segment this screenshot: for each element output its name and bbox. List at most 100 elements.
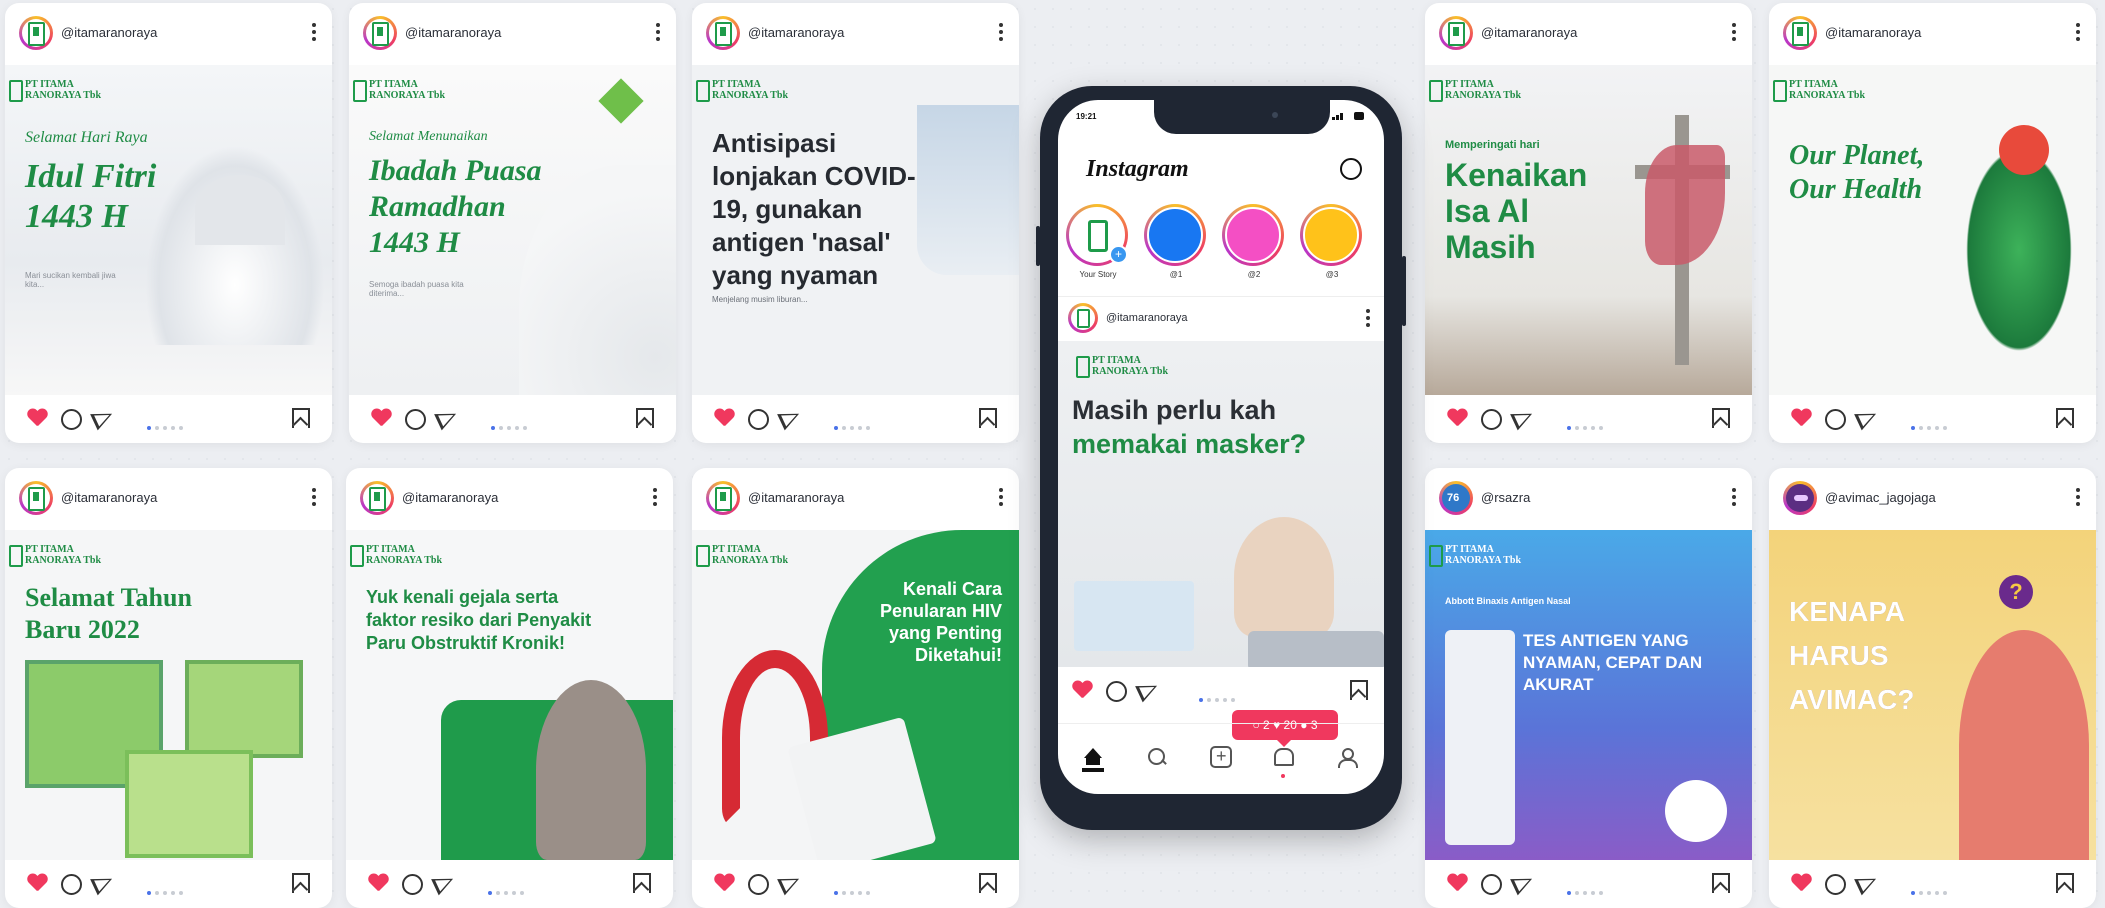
avatar[interactable] [360,481,394,515]
share-icon[interactable] [1510,405,1536,431]
more-options-icon[interactable] [656,23,660,44]
comment-icon[interactable] [1825,874,1846,895]
post-username[interactable]: @itamaranoraya [1106,312,1187,324]
more-options-icon[interactable] [999,488,1003,509]
share-icon[interactable] [90,405,116,431]
comment-icon[interactable] [61,409,82,430]
comment-icon[interactable] [748,409,769,430]
profile-icon[interactable] [1336,746,1358,768]
story-item[interactable]: @1 [1144,204,1208,279]
bookmark-icon[interactable] [636,408,654,428]
post-username[interactable]: @itamaranoraya [61,490,157,505]
post-username[interactable]: @itamaranoraya [748,490,844,505]
post-username[interactable]: @rsazra [1481,490,1530,505]
avatar[interactable] [19,481,53,515]
more-options-icon[interactable] [1366,309,1370,330]
more-options-icon[interactable] [312,488,316,509]
bookmark-icon[interactable] [979,873,997,893]
avatar[interactable] [1439,16,1473,50]
comment-icon[interactable] [748,874,769,895]
post-username[interactable]: @itamaranoraya [748,25,844,40]
post-image[interactable]: PT ITAMA RANORAYA Tbk Yuk kenali gejala … [346,530,673,860]
post-username[interactable]: @itamaranoraya [405,25,501,40]
activity-heart-icon[interactable] [1272,746,1294,778]
like-icon[interactable] [368,874,388,892]
story-item[interactable]: @3 [1300,204,1364,279]
bookmark-icon[interactable] [292,873,310,893]
post-image[interactable]: PT ITAMA RANORAYA Tbk Our Planet, Our He… [1769,65,2096,395]
more-options-icon[interactable] [312,23,316,44]
post-image[interactable]: PT ITAMA RANORAYA Tbk Selamat Tahun Baru… [5,530,332,860]
post-image[interactable]: PT ITAMA RANORAYA Tbk Selamat Menunaikan… [349,65,676,395]
bookmark-icon[interactable] [1712,408,1730,428]
like-icon[interactable] [1447,874,1467,892]
bookmark-icon[interactable] [1712,873,1730,893]
like-icon[interactable] [1072,681,1092,699]
like-icon[interactable] [27,874,47,892]
comment-icon[interactable] [1106,681,1127,702]
like-icon[interactable] [1791,409,1811,427]
like-icon[interactable] [714,874,734,892]
comment-icon[interactable] [61,874,82,895]
share-icon[interactable] [434,405,460,431]
share-icon[interactable] [1854,870,1880,896]
comment-icon[interactable] [1825,409,1846,430]
comment-icon[interactable] [402,874,423,895]
home-icon[interactable] [1082,746,1104,772]
more-options-icon[interactable] [2076,488,2080,509]
post-image[interactable]: PT ITAMA RANORAYA Tbk Antisipasi lonjaka… [692,65,1019,395]
comment-icon[interactable] [1481,409,1502,430]
post-image[interactable]: PT ITAMA RANORAYA Tbk Abbott Binaxis Ant… [1425,530,1752,860]
like-icon[interactable] [1791,874,1811,892]
avatar[interactable] [706,481,740,515]
more-options-icon[interactable] [2076,23,2080,44]
post-username[interactable]: @itamaranoraya [402,490,498,505]
more-options-icon[interactable] [1732,488,1736,509]
share-icon[interactable] [1510,870,1536,896]
avatar[interactable] [1783,481,1817,515]
more-options-icon[interactable] [999,23,1003,44]
avatar[interactable] [19,16,53,50]
post-image[interactable]: PT ITAMA RANORAYA Tbk Kenali Cara Penula… [692,530,1019,860]
more-options-icon[interactable] [653,488,657,509]
post-image[interactable]: PT ITAMA RANORAYA Tbk Masih perlu kah me… [1058,341,1384,667]
post-image[interactable]: ? KENAPA HARUS AVIMAC? [1769,530,2096,860]
bookmark-icon[interactable] [633,873,651,893]
bookmark-icon[interactable] [2056,873,2074,893]
bookmark-icon[interactable] [2056,408,2074,428]
post-username[interactable]: @avimac_jagojaga [1825,490,1936,505]
share-icon[interactable] [777,405,803,431]
bookmark-icon[interactable] [979,408,997,428]
add-post-icon[interactable] [1210,746,1232,768]
avatar[interactable] [1068,303,1098,333]
story-item[interactable]: @2 [1222,204,1286,279]
like-icon[interactable] [371,409,391,427]
post-username[interactable]: @itamaranoraya [1481,25,1577,40]
share-icon[interactable] [431,870,457,896]
like-icon[interactable] [1447,409,1467,427]
bookmark-icon[interactable] [292,408,310,428]
post-username[interactable]: @itamaranoraya [1825,25,1921,40]
post-headline: Kenaikan Isa Al Masih [1445,157,1588,265]
share-icon[interactable] [777,870,803,896]
avatar[interactable] [706,16,740,50]
share-icon[interactable] [1854,405,1880,431]
comment-icon[interactable] [1481,874,1502,895]
bookmark-icon[interactable] [1350,680,1368,700]
share-icon[interactable] [90,870,116,896]
story-item[interactable]: + Your Story [1066,204,1130,279]
avatar[interactable] [363,16,397,50]
like-icon[interactable] [27,409,47,427]
comment-icon[interactable] [405,409,426,430]
share-icon[interactable] [1135,677,1161,703]
messenger-icon[interactable] [1340,158,1362,180]
avatar[interactable] [1439,481,1473,515]
like-icon[interactable] [714,409,734,427]
post-username[interactable]: @itamaranoraya [61,25,157,40]
avatar[interactable] [1783,16,1817,50]
more-options-icon[interactable] [1732,23,1736,44]
search-icon[interactable] [1146,746,1168,768]
post-image[interactable]: PT ITAMA RANORAYA Tbk Memperingati hari … [1425,65,1752,395]
add-story-icon[interactable]: + [1109,245,1128,264]
post-image[interactable]: PT ITAMA RANORAYA Tbk Selamat Hari Raya … [5,65,332,395]
